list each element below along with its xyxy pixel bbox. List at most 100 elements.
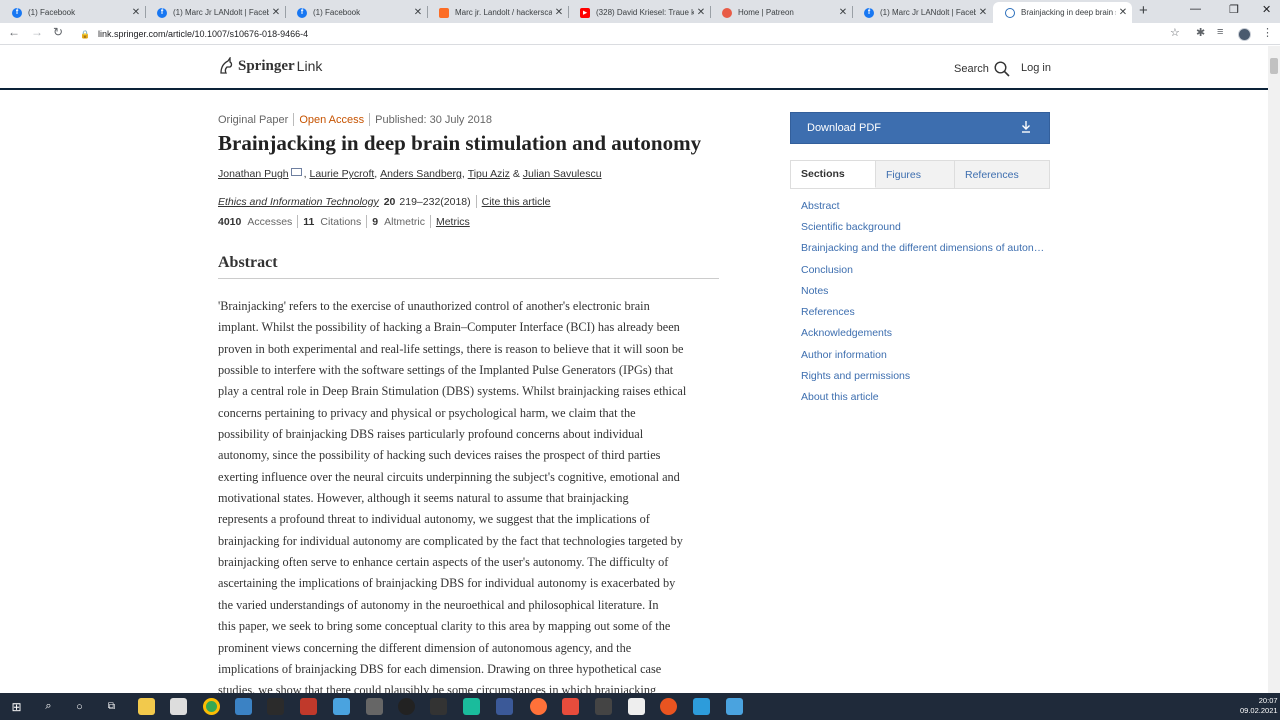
close-icon[interactable]: ✕ — [269, 7, 283, 18]
close-icon[interactable]: ✕ — [129, 7, 143, 18]
section-link[interactable]: Acknowledgements — [801, 323, 1049, 344]
section-link[interactable]: Rights and permissions — [801, 365, 1049, 386]
section-link[interactable]: Author information — [801, 344, 1049, 365]
back-icon[interactable]: ← — [8, 25, 20, 39]
restore-icon[interactable]: ❐ — [1229, 3, 1239, 16]
logo-link-text: Link — [296, 58, 323, 74]
browser-tab[interactable]: ▶ (328) David Kriesel: Traue keinem Scan… — [568, 2, 710, 23]
logo-springer-text: Springer — [238, 57, 295, 74]
abstract-line: motivational states. However, although i… — [218, 491, 629, 506]
cortana-icon[interactable]: ○ — [71, 698, 88, 715]
close-window-icon[interactable]: ✕ — [1262, 3, 1271, 16]
forward-icon[interactable]: → — [31, 25, 43, 39]
close-icon[interactable]: ✕ — [552, 7, 566, 18]
author-link[interactable]: Tipu Aziz — [468, 168, 510, 180]
app-icon[interactable] — [496, 698, 513, 715]
app-icon[interactable] — [628, 698, 645, 715]
article-meta: Original Paper Open Access Published: 30… — [218, 113, 492, 126]
tab-figures[interactable]: Figures — [876, 161, 955, 188]
author-list: Jonathan Pugh , Laurie Pycroft, Anders S… — [218, 168, 602, 180]
browser-tab[interactable]: f (1) Facebook ✕ — [285, 2, 427, 23]
app-icon[interactable] — [235, 698, 252, 715]
download-pdf-button[interactable]: Download PDF — [790, 112, 1050, 144]
browser-tab[interactable]: Marc jr. Landolt / hackerscale ✕ — [427, 2, 568, 23]
springer-horse-icon — [220, 57, 233, 74]
accesses-count: 4010 — [218, 215, 242, 228]
section-link[interactable]: Scientific background — [801, 216, 1049, 237]
bookmark-star-icon[interactable]: ☆ — [1170, 26, 1180, 39]
app-icon[interactable] — [333, 698, 350, 715]
system-clock[interactable]: 20:07 09.02.2021 — [1240, 696, 1278, 716]
browser-tab[interactable]: f (1) Marc Jr LANdolt | Facebook ✕ — [852, 2, 992, 23]
store-icon[interactable] — [170, 698, 187, 715]
menu-icon[interactable]: ⋮ — [1262, 26, 1273, 39]
new-tab-button[interactable]: + — [1139, 2, 1148, 19]
file-explorer-icon[interactable] — [138, 698, 155, 715]
address-bar[interactable]: 🔒 link.springer.com/article/10.1007/s106… — [76, 25, 1186, 43]
browser-tab[interactable]: f (1) Marc Jr LANdolt | Facebook ✕ — [145, 2, 285, 23]
section-link[interactable]: About this article — [801, 387, 1049, 408]
springer-icon — [1005, 7, 1015, 18]
app-icon[interactable] — [366, 698, 383, 715]
springerlink-logo[interactable]: Springer Link — [218, 57, 322, 75]
ubuntu-icon[interactable] — [660, 698, 677, 715]
tab-title: (328) David Kriesel: Traue keinem Scan — [596, 8, 694, 17]
reload-icon[interactable]: ↻ — [53, 25, 63, 39]
task-view-icon[interactable]: ⧉ — [103, 698, 120, 715]
author-link[interactable]: Laurie Pycroft — [310, 168, 375, 180]
section-link[interactable]: Brainjacking and the different dimension… — [801, 238, 1049, 259]
abstract-line: concerns pertaining to privacy and physi… — [218, 405, 636, 420]
browser-tab[interactable]: Home | Patreon ✕ — [710, 2, 852, 23]
facebook-icon: f — [12, 7, 22, 18]
section-link[interactable]: Notes — [801, 280, 1049, 301]
author-link[interactable]: Anders Sandberg — [380, 168, 462, 180]
search-icon[interactable]: ⌕ — [40, 698, 57, 715]
app-icon[interactable] — [726, 698, 743, 715]
app-icon[interactable] — [398, 698, 415, 715]
app-icon[interactable] — [562, 698, 579, 715]
browser-tab-active[interactable]: Brainjacking in deep brain stimulation ✕ — [993, 2, 1132, 23]
tab-title: (1) Facebook — [28, 8, 76, 17]
login-link[interactable]: Log in — [1021, 62, 1051, 74]
app-icon[interactable] — [463, 698, 480, 715]
section-link[interactable]: Conclusion — [801, 259, 1049, 280]
windows-taskbar: ⊞ ⌕ ○ ⧉ 20:07 09.02.2021 — [0, 693, 1280, 720]
app-icon[interactable] — [693, 698, 710, 715]
facebook-icon: f — [864, 7, 874, 18]
app-icon[interactable] — [300, 698, 317, 715]
youtube-icon: ▶ — [580, 7, 590, 18]
section-link[interactable]: Abstract — [801, 195, 1049, 216]
chrome-icon[interactable] — [203, 698, 220, 715]
author-link[interactable]: Julian Savulescu — [523, 168, 602, 180]
journal-link[interactable]: Ethics and Information Technology — [218, 196, 379, 208]
browser-tab[interactable]: f (1) Facebook ✕ — [0, 2, 145, 23]
windows-start-icon[interactable]: ⊞ — [8, 698, 25, 715]
app-icon[interactable] — [430, 698, 447, 715]
scrollbar-thumb[interactable] — [1270, 58, 1278, 74]
abstract-line: brainjacking for individual autonomy are… — [218, 533, 683, 548]
profile-avatar[interactable] — [1238, 28, 1251, 41]
section-link[interactable]: References — [801, 301, 1049, 322]
close-icon[interactable]: ✕ — [411, 7, 425, 18]
close-icon[interactable]: ✕ — [976, 7, 990, 18]
tab-sections[interactable]: Sections — [791, 161, 876, 188]
app-icon[interactable] — [595, 698, 612, 715]
search-button[interactable]: Search — [954, 61, 1010, 77]
tab-references[interactable]: References — [955, 161, 1049, 188]
close-icon[interactable]: ✕ — [694, 7, 708, 18]
extensions-icon[interactable]: ✱ — [1196, 26, 1205, 39]
email-icon[interactable] — [290, 168, 302, 176]
close-icon[interactable]: ✕ — [1116, 7, 1130, 18]
abstract-line: represents a profound threat to individu… — [218, 512, 650, 527]
author-link[interactable]: Jonathan Pugh — [218, 168, 289, 180]
cite-article-link[interactable]: Cite this article — [482, 196, 551, 208]
firefox-icon[interactable] — [530, 698, 547, 715]
gitlab-icon — [439, 7, 449, 18]
media-queue-icon[interactable]: ≡ — [1217, 26, 1223, 38]
page-scrollbar[interactable] — [1268, 46, 1280, 693]
close-icon[interactable]: ✕ — [836, 7, 850, 18]
minimize-icon[interactable]: — — [1190, 3, 1201, 15]
abstract-line: possibility of brainjacking DBS raises p… — [218, 427, 644, 442]
metrics-link[interactable]: Metrics — [436, 216, 470, 228]
app-icon[interactable] — [267, 698, 284, 715]
